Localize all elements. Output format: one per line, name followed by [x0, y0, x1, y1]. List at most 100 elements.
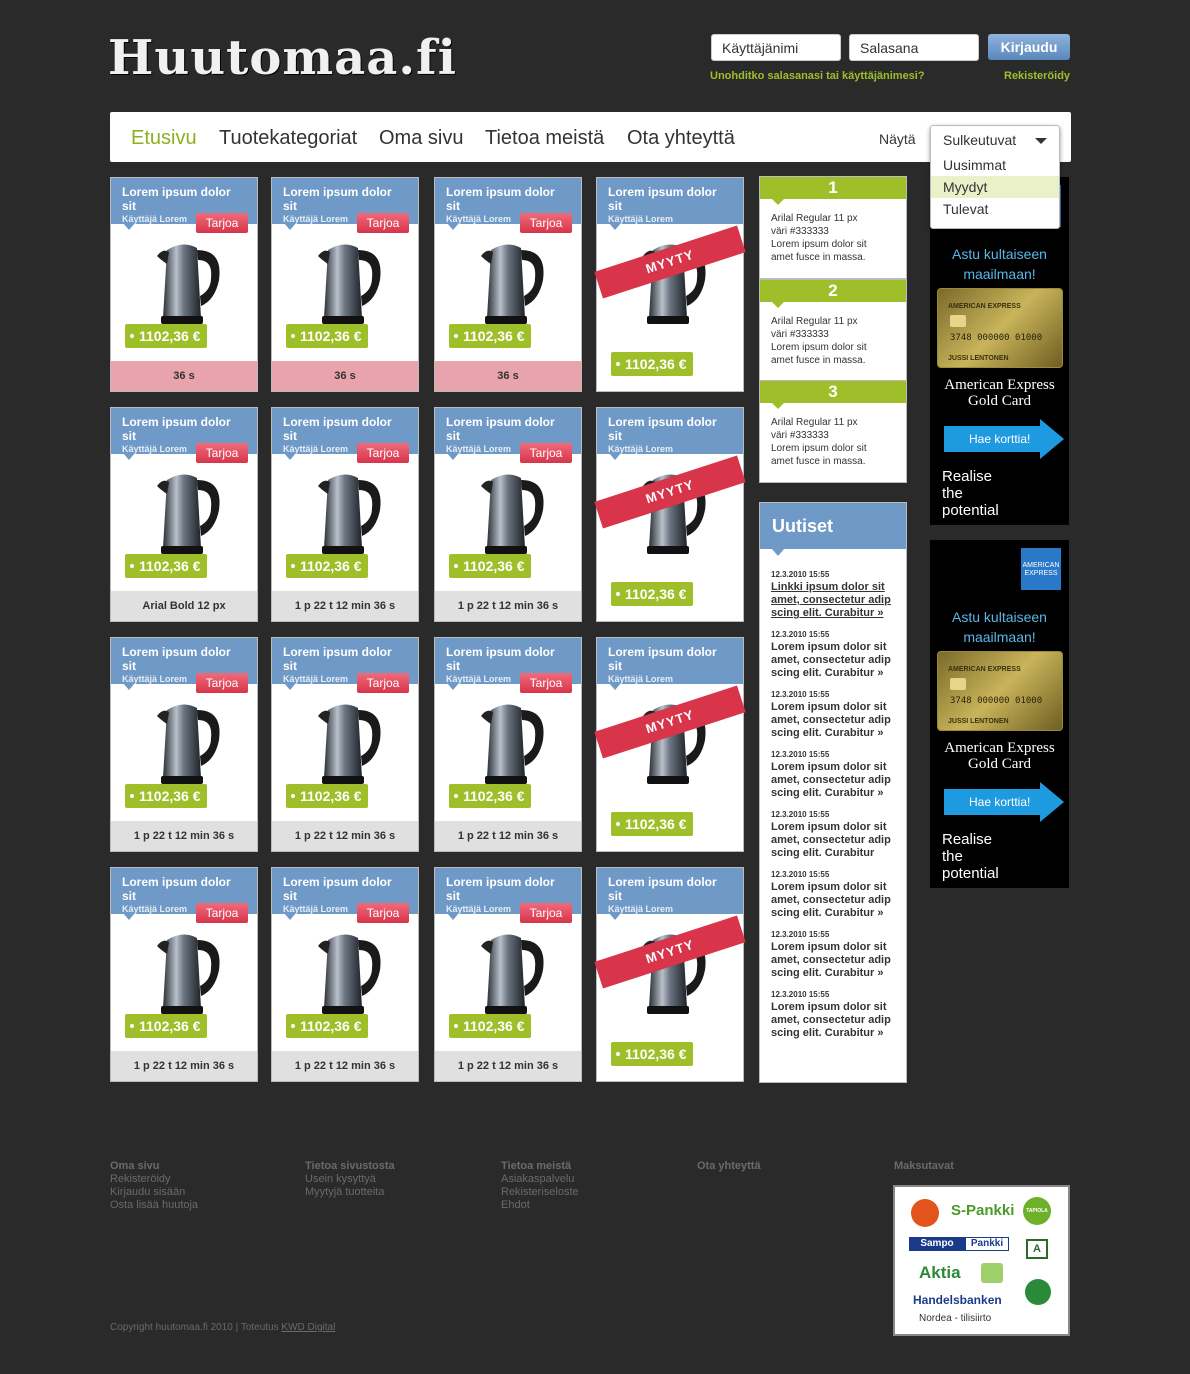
card-title[interactable]: Lorem ipsum dolor sit: [608, 415, 732, 443]
bid-button[interactable]: Tarjoa: [357, 443, 409, 463]
news-item[interactable]: 12.3.2010 15:55 Lorem ipsum dolor sit ame…: [771, 690, 895, 740]
ad-cta-button[interactable]: Hae korttia!: [944, 789, 1040, 815]
card-title[interactable]: Lorem ipsum dolor sit: [283, 185, 407, 213]
sold-product-card[interactable]: Lorem ipsum dolor sit Käyttäjä Lorem MYYTY…: [594, 177, 746, 392]
bid-button[interactable]: Tarjoa: [196, 443, 248, 463]
kettle-image[interactable]: [314, 240, 386, 326]
card-title[interactable]: Lorem ipsum dolor sit: [122, 645, 246, 673]
op-logo-icon[interactable]: [911, 1199, 939, 1227]
news-text[interactable]: Lorem ipsum dolor sit amet, consectetur …: [771, 821, 895, 860]
pankki-logo[interactable]: Pankki: [965, 1237, 1009, 1251]
amex-ad[interactable]: AMERICAN EXPRESS Astu kultaiseen maailmaa…: [930, 540, 1069, 888]
news-item[interactable]: 12.3.2010 15:55 Lorem ipsum dolor sit ame…: [771, 930, 895, 980]
tapiola-logo[interactable]: TAPIOLA: [1023, 1197, 1051, 1225]
news-text[interactable]: Lorem ipsum dolor sit amet, consectetur …: [771, 1001, 895, 1040]
card-title[interactable]: Lorem ipsum dolor sit: [122, 875, 246, 903]
news-text[interactable]: Lorem ipsum dolor sit amet, consectetur …: [771, 761, 895, 800]
ad-cta-button[interactable]: Hae korttia!: [944, 426, 1040, 452]
handelsbanken-logo[interactable]: Handelsbanken: [913, 1293, 1002, 1307]
bid-button[interactable]: Tarjoa: [520, 443, 572, 463]
product-card[interactable]: Lorem ipsum dolor sit Käyttäjä Lorem Tarjo…: [271, 637, 419, 852]
bid-button[interactable]: Tarjoa: [520, 673, 572, 693]
card-title[interactable]: Lorem ipsum dolor sit: [608, 875, 732, 903]
product-card[interactable]: Lorem ipsum dolor sit Käyttäjä Lorem Tarjo…: [110, 407, 258, 622]
dropdown-option-sold[interactable]: Myydyt: [931, 176, 1059, 198]
sampo-logo[interactable]: Sampo: [909, 1237, 965, 1251]
footer-link[interactable]: Asiakaspalvelu: [501, 1173, 574, 1186]
card-title[interactable]: Lorem ipsum dolor sit: [446, 185, 570, 213]
leaf-icon[interactable]: [981, 1263, 1003, 1283]
news-item[interactable]: 12.3.2010 15:55 Lorem ipsum dolor sit ame…: [771, 810, 895, 860]
dropdown-option-newest[interactable]: Uusimmat: [931, 154, 1059, 176]
product-card[interactable]: Lorem ipsum dolor sit Käyttäjä Lorem Tarjo…: [434, 407, 582, 622]
kettle-image[interactable]: [477, 240, 549, 326]
dropdown-selected[interactable]: Sulkeutuvat: [931, 126, 1059, 154]
nav-home[interactable]: Etusivu: [131, 127, 197, 150]
bid-button[interactable]: Tarjoa: [520, 213, 572, 233]
bid-button[interactable]: Tarjoa: [357, 213, 409, 233]
sold-product-card[interactable]: Lorem ipsum dolor sit Käyttäjä Lorem MYYTY…: [594, 637, 746, 852]
footer-link[interactable]: Rekisteriseloste: [501, 1186, 579, 1199]
arrow-right-icon[interactable]: [1040, 419, 1064, 459]
nav-categories[interactable]: Tuotekategoriat: [219, 127, 357, 150]
card-title[interactable]: Lorem ipsum dolor sit: [608, 645, 732, 673]
footer-link[interactable]: Kirjaudu sisään: [110, 1186, 185, 1199]
kettle-image[interactable]: [153, 470, 225, 556]
arrow-right-icon[interactable]: [1040, 782, 1064, 822]
credit-link[interactable]: KWD Digital: [281, 1322, 335, 1333]
login-button[interactable]: Kirjaudu: [988, 34, 1070, 60]
kettle-image[interactable]: [477, 470, 549, 556]
news-text[interactable]: Lorem ipsum dolor sit amet, consectetur …: [771, 881, 895, 920]
news-text[interactable]: Lorem ipsum dolor sit amet, consectetur …: [771, 641, 895, 680]
product-card[interactable]: Lorem ipsum dolor sit Käyttäjä Lorem Tarjo…: [110, 637, 258, 852]
product-card[interactable]: Lorem ipsum dolor sit Käyttäjä Lorem Tarjo…: [271, 867, 419, 1082]
bid-button[interactable]: Tarjoa: [520, 903, 572, 923]
bid-button[interactable]: Tarjoa: [357, 903, 409, 923]
clover-icon[interactable]: [1025, 1279, 1051, 1305]
aktia-logo[interactable]: Aktia: [919, 1263, 961, 1283]
card-title[interactable]: Lorem ipsum dolor sit: [446, 645, 570, 673]
aktia-a-icon[interactable]: A: [1026, 1239, 1048, 1259]
bid-button[interactable]: Tarjoa: [357, 673, 409, 693]
footer-link[interactable]: Usein kysyttyä: [305, 1173, 376, 1186]
sold-product-card[interactable]: Lorem ipsum dolor sit Käyttäjä Lorem MYYTY…: [594, 407, 746, 622]
news-item[interactable]: 12.3.2010 15:55 Linkki ipsum dolor sit am…: [771, 570, 895, 620]
footer-link[interactable]: Rekisteröidy: [110, 1173, 171, 1186]
amex-ad[interactable]: AMERICAN EXPRESS Astu kultaiseen maailmaa…: [930, 177, 1069, 525]
card-title[interactable]: Lorem ipsum dolor sit: [122, 185, 246, 213]
news-item[interactable]: 12.3.2010 15:55 Lorem ipsum dolor sit ame…: [771, 870, 895, 920]
product-card[interactable]: Lorem ipsum dolor sit Käyttäjä Lorem Tarjo…: [110, 867, 258, 1082]
kettle-image[interactable]: [477, 930, 549, 1016]
product-card[interactable]: Lorem ipsum dolor sit Käyttäjä Lorem Tarjo…: [271, 407, 419, 622]
product-card[interactable]: Lorem ipsum dolor sit Käyttäjä Lorem Tarjo…: [434, 867, 582, 1082]
product-card[interactable]: Lorem ipsum dolor sit Käyttäjä Lorem Tarjo…: [434, 637, 582, 852]
footer-heading[interactable]: Tietoa meistä: [501, 1160, 571, 1172]
kettle-image[interactable]: [477, 700, 549, 786]
footer-heading[interactable]: Ota yhteyttä: [697, 1160, 761, 1172]
news-text[interactable]: Lorem ipsum dolor sit amet, consectetur …: [771, 941, 895, 980]
kettle-image[interactable]: [153, 700, 225, 786]
product-card[interactable]: Lorem ipsum dolor sit Käyttäjä Lorem Tarjo…: [110, 177, 258, 392]
card-title[interactable]: Lorem ipsum dolor sit: [608, 185, 732, 213]
site-logo[interactable]: Huutomaa.fi: [108, 30, 457, 86]
card-title[interactable]: Lorem ipsum dolor sit: [283, 875, 407, 903]
s-pankki-logo[interactable]: S-Pankki: [951, 1202, 1014, 1219]
register-link[interactable]: Rekisteröidy: [1004, 70, 1070, 82]
bid-button[interactable]: Tarjoa: [196, 213, 248, 233]
kettle-image[interactable]: [153, 240, 225, 326]
kettle-image[interactable]: [153, 930, 225, 1016]
card-title[interactable]: Lorem ipsum dolor sit: [446, 875, 570, 903]
username-input[interactable]: Käyttäjänimi: [711, 34, 841, 61]
dropdown-option-upcoming[interactable]: Tulevat: [931, 198, 1059, 220]
forgot-password-link[interactable]: Unohditko salasanasi tai käyttäjänimesi?: [710, 70, 925, 82]
nordea-logo[interactable]: Nordea - tilisiirto: [919, 1313, 991, 1324]
news-item[interactable]: 12.3.2010 15:55 Lorem ipsum dolor sit ame…: [771, 750, 895, 800]
footer-heading[interactable]: Tietoa sivustosta: [305, 1160, 395, 1172]
card-title[interactable]: Lorem ipsum dolor sit: [283, 645, 407, 673]
news-text[interactable]: Linkki ipsum dolor sit amet, consectetur…: [771, 581, 895, 620]
kettle-image[interactable]: [314, 700, 386, 786]
chevron-down-icon[interactable]: [1035, 138, 1047, 144]
product-card[interactable]: Lorem ipsum dolor sit Käyttäjä Lorem Tarjo…: [434, 177, 582, 392]
password-input[interactable]: Salasana: [849, 34, 979, 61]
sold-product-card[interactable]: Lorem ipsum dolor sit Käyttäjä Lorem MYYTY…: [594, 867, 746, 1082]
